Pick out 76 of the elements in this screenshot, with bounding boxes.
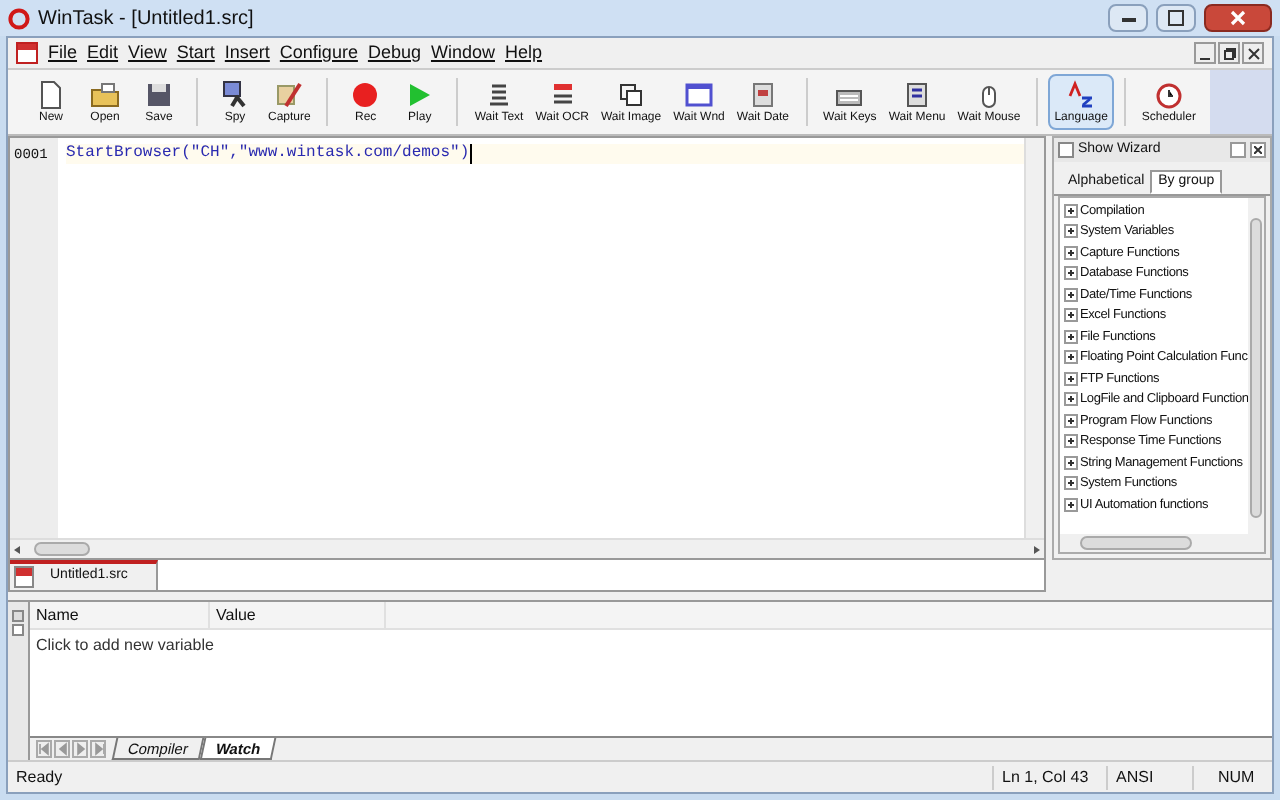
- folder-icon: [90, 79, 120, 109]
- close-icon: [1230, 10, 1246, 26]
- close-button[interactable]: [1204, 4, 1272, 32]
- column-header: Name: [30, 602, 210, 628]
- expand-icon[interactable]: [1064, 203, 1078, 218]
- expand-icon[interactable]: [1064, 350, 1078, 365]
- expand-icon[interactable]: [1064, 371, 1078, 386]
- cursor-position: Ln 1, Col 43: [992, 765, 1106, 789]
- left-arrow-icon: [56, 742, 68, 756]
- clock-icon: [1153, 79, 1184, 109]
- language-icon: [1066, 79, 1097, 109]
- right-arrow-icon: [74, 742, 86, 756]
- encoding-indicator: ANSI: [1106, 765, 1192, 789]
- vertical-scrollbar[interactable]: [1248, 198, 1264, 534]
- horizontal-scrollbar[interactable]: [1060, 534, 1264, 552]
- panel-close-button[interactable]: [1250, 142, 1266, 158]
- expand-icon[interactable]: [1064, 476, 1078, 491]
- window-icon: [684, 79, 714, 109]
- expand-icon[interactable]: [1064, 392, 1078, 407]
- minimize-button[interactable]: [1108, 4, 1148, 32]
- page-icon: [36, 79, 66, 109]
- menu-item[interactable]: Help: [505, 39, 543, 67]
- document-icon: [16, 42, 38, 64]
- column-header: Value: [210, 602, 386, 628]
- maximize-button[interactable]: [1156, 4, 1196, 32]
- expand-icon[interactable]: [1064, 308, 1078, 323]
- spy-icon: [220, 79, 250, 109]
- close-icon: [1247, 47, 1259, 59]
- expand-icon[interactable]: [1064, 224, 1078, 239]
- expand-icon[interactable]: [1064, 287, 1078, 302]
- horizontal-scrollbar[interactable]: [10, 538, 1044, 558]
- child-restore-button[interactable]: [1218, 42, 1240, 64]
- close-icon: [1254, 146, 1262, 154]
- child-minimize-button[interactable]: [1194, 42, 1216, 64]
- window-title: WinTask - [Untitled1.src]: [38, 5, 254, 33]
- right-arrow-icon: [92, 742, 104, 756]
- expand-icon[interactable]: [1064, 245, 1078, 260]
- scrollbar-thumb[interactable]: [34, 542, 90, 556]
- maximize-icon: [1168, 10, 1184, 26]
- capture-icon: [274, 79, 305, 109]
- menu-item[interactable]: Debug: [367, 39, 421, 67]
- menu-item[interactable]: Insert: [224, 39, 270, 67]
- text-cursor: [469, 144, 472, 164]
- menu-item[interactable]: Configure: [279, 39, 358, 67]
- menu-item[interactable]: View: [128, 39, 167, 67]
- expand-icon[interactable]: [1064, 266, 1078, 281]
- expand-icon[interactable]: [1064, 434, 1078, 449]
- show-wizard-checkbox[interactable]: [1058, 142, 1074, 158]
- minimize-icon: [1121, 15, 1135, 21]
- expand-icon[interactable]: [1064, 413, 1078, 428]
- menu-icon: [902, 79, 933, 109]
- scrollbar-thumb[interactable]: [1250, 218, 1262, 518]
- scrollbar-thumb[interactable]: [1080, 536, 1192, 550]
- child-close-button[interactable]: [1242, 42, 1264, 64]
- image-icon: [616, 79, 647, 109]
- left-arrow-icon: [38, 742, 50, 756]
- toolbar-background: [1209, 70, 1272, 134]
- play-icon: [404, 79, 435, 109]
- calendar-icon: [747, 79, 778, 109]
- app-logo-icon: [8, 7, 30, 29]
- panel-pin-button[interactable]: [12, 610, 24, 622]
- menu-item[interactable]: Edit: [87, 39, 119, 67]
- code-line: StartBrowser("CH","www.wintask.com/demos"): [66, 144, 470, 164]
- expand-icon[interactable]: [1064, 455, 1078, 470]
- menu-item[interactable]: File: [48, 39, 78, 67]
- expand-icon[interactable]: [1064, 329, 1078, 344]
- menu-item[interactable]: Window: [430, 39, 495, 67]
- add-variable-row[interactable]: Click to add new variable: [30, 630, 1272, 658]
- menu-item[interactable]: Start: [176, 39, 215, 67]
- record-icon: [350, 79, 381, 109]
- num-lock-indicator: NUM: [1192, 765, 1272, 789]
- minimize-icon: [1200, 56, 1210, 62]
- restore-icon: [1223, 47, 1235, 59]
- status-message: Ready: [14, 765, 65, 789]
- expand-icon[interactable]: [1064, 497, 1078, 512]
- vertical-scrollbar[interactable]: [1024, 138, 1044, 538]
